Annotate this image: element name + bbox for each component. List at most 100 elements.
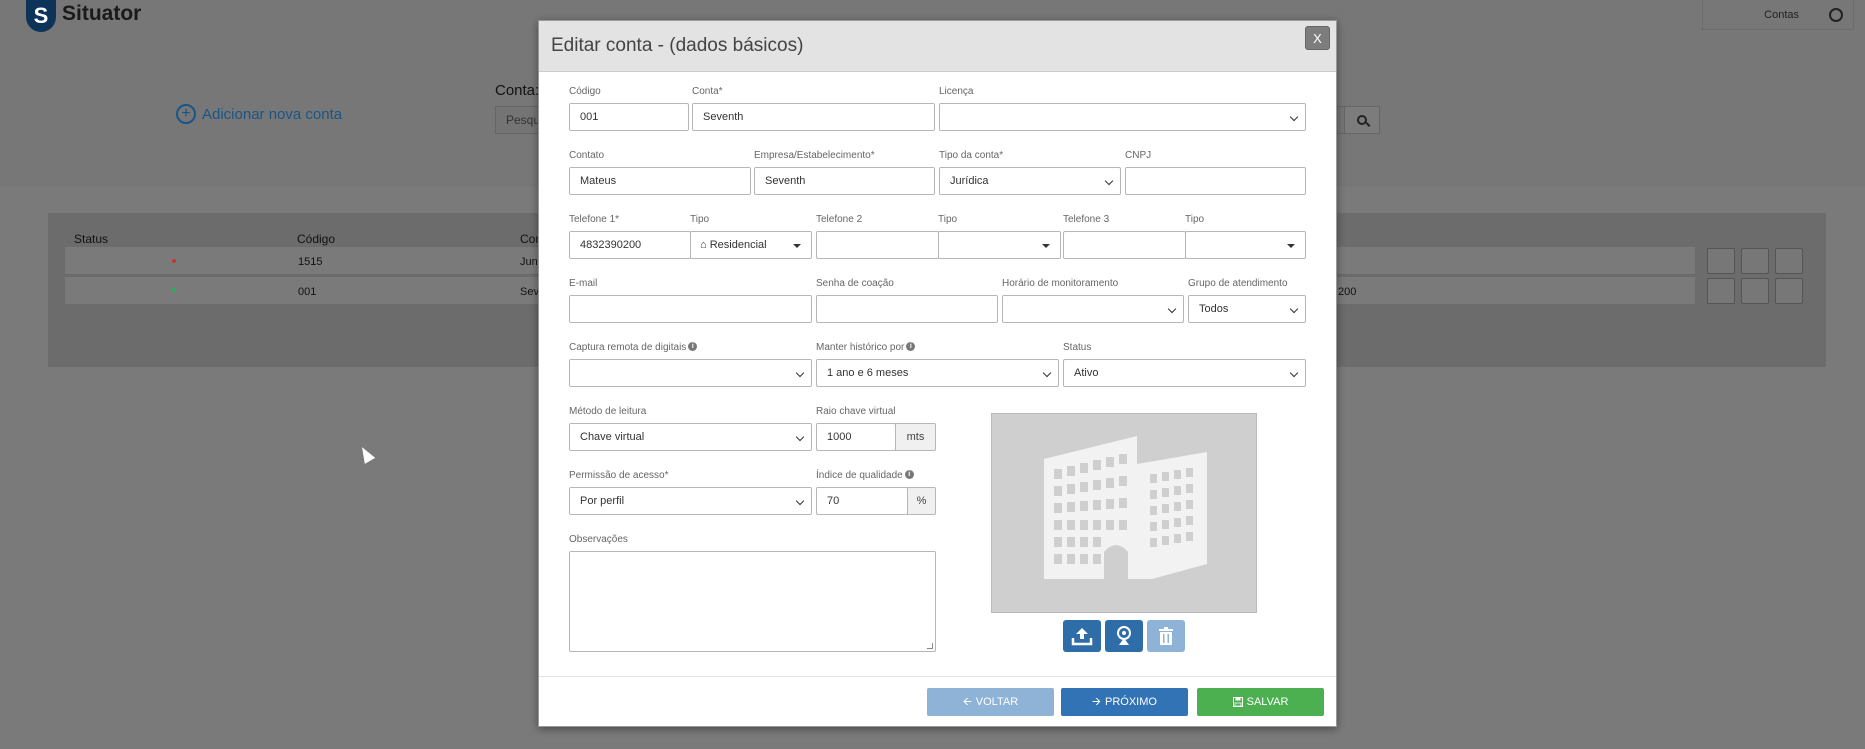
telefone1-input[interactable]: 4832390200: [569, 231, 691, 259]
observacoes-textarea[interactable]: [569, 551, 936, 652]
historico-label-text: Manter histórico por: [816, 342, 905, 353]
webcam-photo-button[interactable]: [1105, 620, 1143, 652]
info-icon[interactable]: i: [906, 342, 916, 351]
edit-account-modal: Editar conta - (dados básicos) X Código …: [538, 20, 1337, 727]
info-icon[interactable]: i: [688, 342, 698, 351]
logo-text: Situator: [62, 2, 142, 25]
row-name: Sev: [520, 286, 539, 298]
calendar-button[interactable]: [1775, 278, 1803, 304]
licenca-select[interactable]: [939, 103, 1306, 131]
app-logo[interactable]: S Situator: [26, 0, 141, 32]
indice-unit: %: [907, 487, 936, 515]
proximo-label: PRÓXIMO: [1104, 696, 1157, 708]
codigo-label: Código: [569, 86, 601, 97]
edit-button[interactable]: [1707, 248, 1735, 274]
captura-select[interactable]: [569, 359, 812, 387]
grupo-select[interactable]: Todos: [1188, 295, 1306, 323]
salvar-button[interactable]: SALVAR: [1197, 688, 1324, 716]
settings-button[interactable]: [1741, 248, 1769, 274]
licenca-label: Licença: [939, 86, 974, 97]
resize-handle-icon[interactable]: [927, 643, 933, 649]
tipo-conta-select[interactable]: Jurídica: [939, 167, 1121, 195]
cnpj-label: CNPJ: [1125, 150, 1152, 161]
proximo-button[interactable]: 🡪 PRÓXIMO: [1061, 688, 1188, 716]
grupo-label: Grupo de atendimento: [1188, 278, 1288, 289]
telefone2-label: Telefone 2: [816, 214, 863, 225]
indice-input[interactable]: 70: [816, 487, 908, 515]
empresa-input[interactable]: Seventh: [754, 167, 935, 195]
permissao-select[interactable]: Por perfil: [569, 487, 812, 515]
arrow-left-icon: 🡨: [962, 695, 972, 708]
voltar-button[interactable]: 🡨 VOLTAR: [927, 688, 1054, 716]
add-account-label: Adicionar nova conta: [202, 105, 343, 123]
arrow-right-icon: 🡪: [1092, 695, 1101, 708]
empresa-label: Empresa/Estabelecimento*: [754, 150, 875, 161]
permissao-label: Permissão de acesso*: [569, 470, 669, 481]
upload-icon: [1071, 628, 1093, 646]
senha-coacao-input[interactable]: [816, 295, 998, 323]
row-name: Jun: [520, 256, 538, 268]
observacoes-label: Observações: [569, 534, 628, 545]
modal-title: Editar conta - (dados básicos): [551, 35, 804, 56]
contato-input[interactable]: Mateus: [569, 167, 751, 195]
floppy-disk-icon: [1232, 697, 1243, 707]
metodo-select[interactable]: Chave virtual: [569, 423, 812, 451]
historico-label: Manter histórico por i: [816, 342, 916, 353]
calendar-button[interactable]: [1775, 248, 1803, 274]
column-header-codigo: Código: [297, 232, 336, 246]
row-actions: [1707, 278, 1803, 304]
tipo1-dropdown[interactable]: ⌂ Residencial: [690, 231, 812, 259]
telefone3-input[interactable]: [1063, 231, 1186, 259]
row-actions: [1707, 248, 1803, 274]
status-dot-green: [172, 288, 176, 292]
horario-label: Horário de monitoramento: [1002, 278, 1119, 289]
tipo2-dropdown[interactable]: [938, 231, 1061, 259]
plus-circle-icon: +: [176, 104, 196, 124]
captura-label-text: Captura remota de digitais: [569, 342, 687, 353]
logo-shield-icon: S: [26, 0, 56, 32]
close-button[interactable]: X: [1305, 26, 1330, 50]
upload-photo-button[interactable]: [1063, 620, 1101, 652]
search-icon: [1357, 115, 1367, 125]
historico-select[interactable]: 1 ano e 6 meses: [816, 359, 1059, 387]
senha-coacao-label: Senha de coação: [816, 278, 894, 289]
modal-header: Editar conta - (dados básicos) X: [539, 21, 1336, 72]
settings-button[interactable]: [1741, 278, 1769, 304]
user-menu-label: Contas: [1764, 8, 1799, 21]
tipo1-label: Tipo: [690, 214, 710, 225]
indice-label-text: Índice de qualidade: [816, 470, 903, 481]
metodo-label: Método de leitura: [569, 406, 647, 417]
edit-button[interactable]: [1707, 278, 1735, 304]
row-code: 1515: [298, 256, 323, 268]
status-select[interactable]: Ativo: [1063, 359, 1306, 387]
horario-select[interactable]: [1002, 295, 1184, 323]
home-icon: ⌂: [700, 239, 707, 251]
row-code: 001: [298, 286, 317, 298]
info-icon[interactable]: i: [904, 470, 914, 479]
building-icon: [1044, 436, 1207, 579]
delete-photo-button[interactable]: [1147, 620, 1185, 652]
add-account-link[interactable]: + Adicionar nova conta: [176, 104, 342, 124]
tipo3-label: Tipo: [1185, 214, 1205, 225]
status-dot-red: [172, 259, 176, 263]
cnpj-input[interactable]: [1125, 167, 1306, 195]
webcam-icon: [1117, 626, 1131, 645]
search-button[interactable]: [1344, 106, 1380, 134]
tipo-conta-label: Tipo da conta*: [939, 150, 1004, 161]
modal-footer-divider: [539, 676, 1336, 677]
telefone2-input[interactable]: [816, 231, 939, 259]
raio-unit: mts: [895, 423, 936, 451]
telefone3-label: Telefone 3: [1063, 214, 1110, 225]
column-header-status: Status: [74, 232, 109, 246]
codigo-input[interactable]: 001: [569, 103, 689, 131]
tipo3-dropdown[interactable]: [1185, 231, 1306, 259]
email-input[interactable]: [569, 295, 812, 323]
raio-input[interactable]: 1000: [816, 423, 896, 451]
row-phone-tail: 200: [1338, 286, 1357, 298]
email-label: E-mail: [569, 278, 598, 289]
conta-input[interactable]: Seventh: [692, 103, 935, 131]
user-menu[interactable]: Contas: [1702, 0, 1854, 30]
indice-label: Índice de qualidade i: [816, 470, 914, 481]
tipo2-label: Tipo: [938, 214, 958, 225]
account-search-label: Conta:: [495, 82, 540, 99]
